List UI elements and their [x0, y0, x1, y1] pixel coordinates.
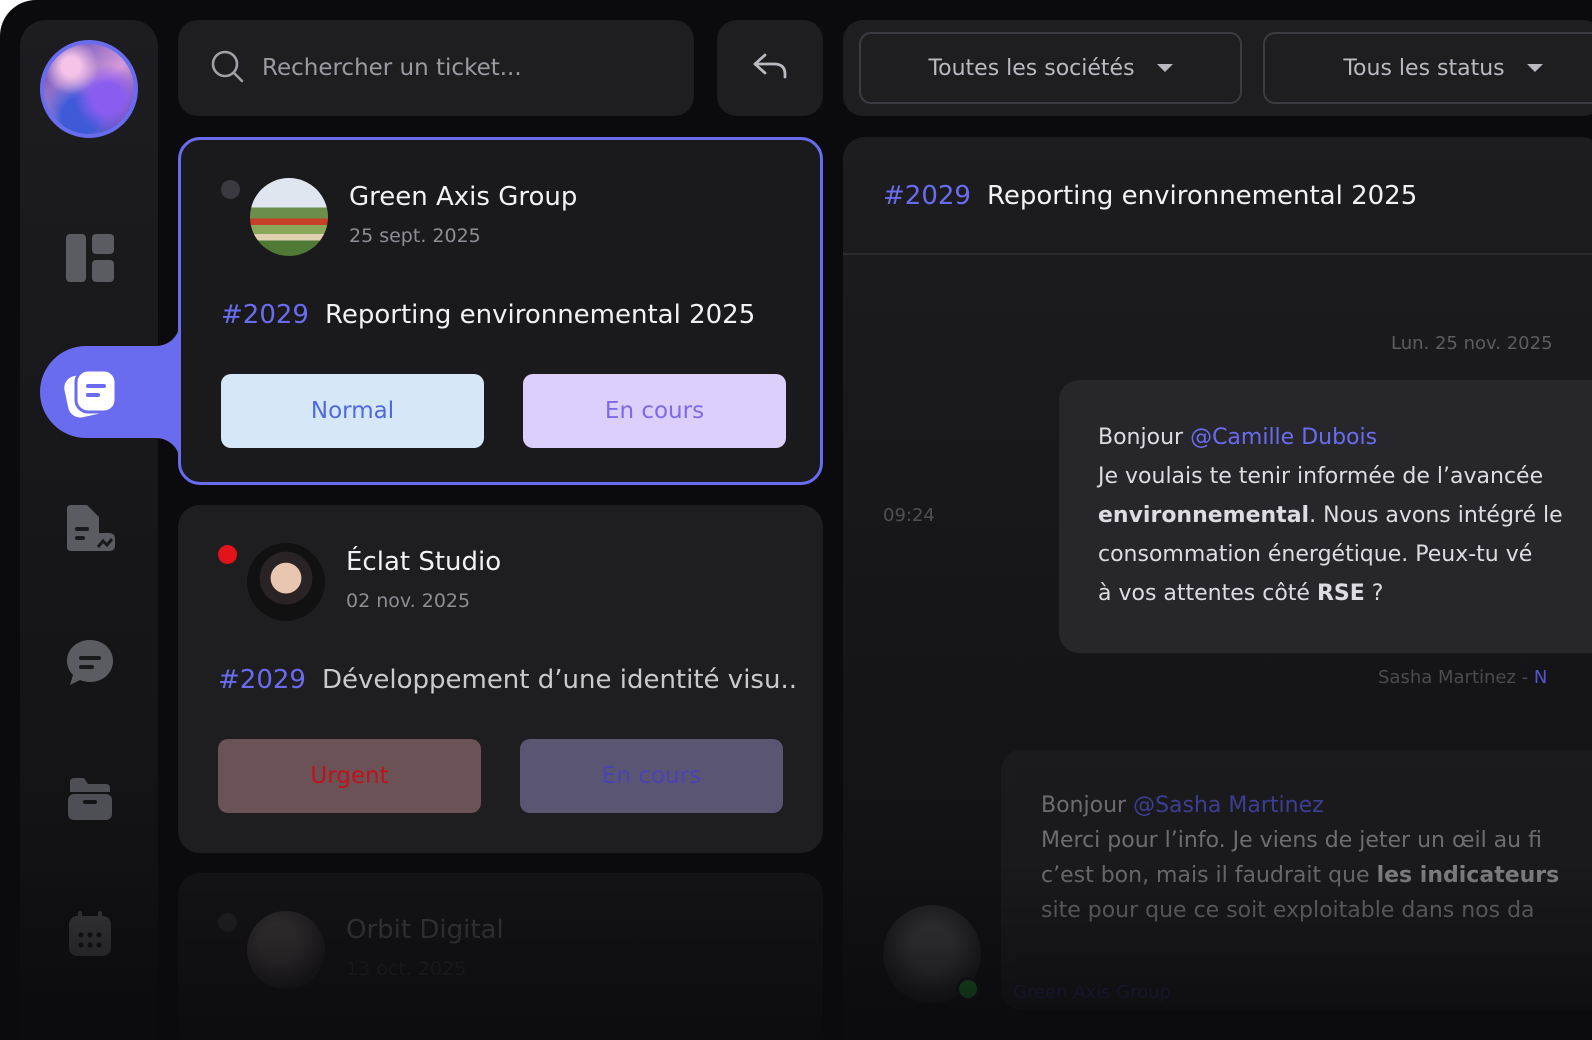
message-line: à vos attentes côté	[1098, 581, 1310, 606]
company-name: Green Axis Group	[349, 182, 578, 212]
company-avatar	[250, 178, 328, 256]
message-line: . Nous avons intégré le	[1309, 503, 1563, 528]
company-avatar	[247, 911, 325, 989]
message-line: site pour que ce soit exploitable dans n…	[1041, 898, 1535, 923]
message-sender: Green Axis Group	[1013, 982, 1172, 1003]
sidebar	[20, 20, 180, 1040]
company-filter-label: Toutes les sociétés	[928, 55, 1135, 81]
online-indicator	[956, 977, 980, 1001]
ticket-number: #2029	[221, 300, 309, 330]
company-filter-dropdown[interactable]: Toutes les sociétés	[859, 32, 1242, 104]
status-badge[interactable]: En cours	[520, 739, 783, 813]
nav-item-tickets[interactable]	[40, 346, 180, 438]
company-name: Orbit Digital	[346, 915, 504, 945]
mention-link[interactable]: @Sasha Martinez	[1133, 793, 1324, 818]
user-avatar[interactable]	[40, 40, 138, 138]
sender-name: Sasha Martinez -	[1378, 667, 1529, 688]
sender-company: N	[1533, 667, 1548, 688]
message-sender: Sasha Martinez - N	[1378, 667, 1547, 688]
back-button[interactable]	[717, 20, 823, 116]
message-time: 09:24	[883, 505, 935, 526]
folder-icon[interactable]	[64, 772, 116, 824]
message-text: Bonjour @Camille Dubois Je voulais te te…	[1098, 418, 1563, 613]
dashboard-icon[interactable]	[64, 232, 116, 284]
search-input[interactable]	[262, 55, 662, 81]
message-line: Merci pour l’info. Je viens de jeter un …	[1041, 828, 1542, 853]
ticket-title: Développement d’une identité visu...	[321, 665, 798, 695]
ticket-number: #2029	[218, 665, 306, 695]
conversation-header: #2029 Reporting environnemental 2025	[843, 137, 1592, 255]
message-bold: les indicateurs	[1376, 863, 1560, 888]
message-greeting: Bonjour	[1041, 793, 1127, 818]
ticket-date: 02 nov. 2025	[346, 590, 471, 612]
conversation-title: #2029 Reporting environnemental 2025	[883, 181, 1417, 211]
ticket-title: Reporting environnemental 2025	[324, 300, 756, 330]
chevron-down-icon	[1526, 64, 1543, 72]
status-dot	[218, 545, 237, 564]
undo-arrow-icon	[752, 52, 788, 84]
ticket-date: 13 oct. 2025	[346, 958, 467, 980]
ticket-card[interactable]: Orbit Digital 13 oct. 2025	[178, 873, 823, 1040]
ticket-title-line: #2029 Développement d’une identité visu..…	[218, 665, 798, 695]
chat-icon[interactable]	[64, 637, 116, 689]
priority-badge[interactable]: Normal	[221, 374, 484, 448]
status-badge[interactable]: En cours	[523, 374, 786, 448]
priority-badge[interactable]: Urgent	[218, 739, 481, 813]
message-bold: RSE	[1316, 581, 1365, 606]
message-line: c’est bon, mais il faudrait que	[1041, 863, 1370, 888]
filters-bar: Toutes les sociétés Tous les status	[843, 20, 1592, 116]
message-text: Bonjour @Sasha Martinez Merci pour l’inf…	[1041, 788, 1559, 928]
ticket-number: #2029	[883, 181, 971, 211]
calendar-icon[interactable]	[64, 908, 116, 960]
message-line: ?	[1371, 581, 1384, 606]
message-line: consommation énergétique. Peux-tu vé	[1098, 542, 1533, 567]
mention-link[interactable]: @Camille Dubois	[1190, 425, 1377, 450]
company-name: Éclat Studio	[346, 547, 502, 577]
ticket-card[interactable]: Green Axis Group 25 sept. 2025 #2029 Repo…	[178, 137, 823, 485]
company-avatar	[247, 543, 325, 621]
app-frame: Green Axis Group 25 sept. 2025 #2029 Repo…	[0, 0, 1592, 1040]
message-bold: environnemental	[1098, 503, 1310, 528]
tickets-icon	[64, 366, 118, 424]
message-line: Je voulais te tenir informée de l’avancé…	[1098, 464, 1544, 489]
status-dot	[221, 180, 240, 199]
ticket-title-line: #2029 Reporting environnemental 2025	[221, 300, 755, 330]
conversation-panel: #2029 Reporting environnemental 2025 Lun.…	[843, 137, 1592, 1040]
chevron-down-icon	[1156, 64, 1173, 72]
status-dot	[218, 913, 237, 932]
message-bubble: Bonjour @Camille Dubois Je voulais te te…	[1059, 380, 1592, 653]
status-filter-label: Tous les status	[1343, 55, 1505, 81]
ticket-date: 25 sept. 2025	[349, 225, 481, 247]
ticket-card[interactable]: Éclat Studio 02 nov. 2025 #2029 Développe…	[178, 505, 823, 853]
ticket-title: Reporting environnemental 2025	[986, 181, 1418, 211]
status-filter-dropdown[interactable]: Tous les status	[1263, 32, 1592, 104]
message-bubble: Bonjour @Sasha Martinez Merci pour l’inf…	[1001, 750, 1592, 1010]
search-bar[interactable]	[178, 20, 694, 116]
day-separator: Lun. 25 nov. 2025	[1391, 333, 1553, 354]
documents-icon[interactable]	[64, 502, 116, 554]
search-icon	[210, 49, 244, 87]
message-greeting: Bonjour	[1098, 425, 1184, 450]
